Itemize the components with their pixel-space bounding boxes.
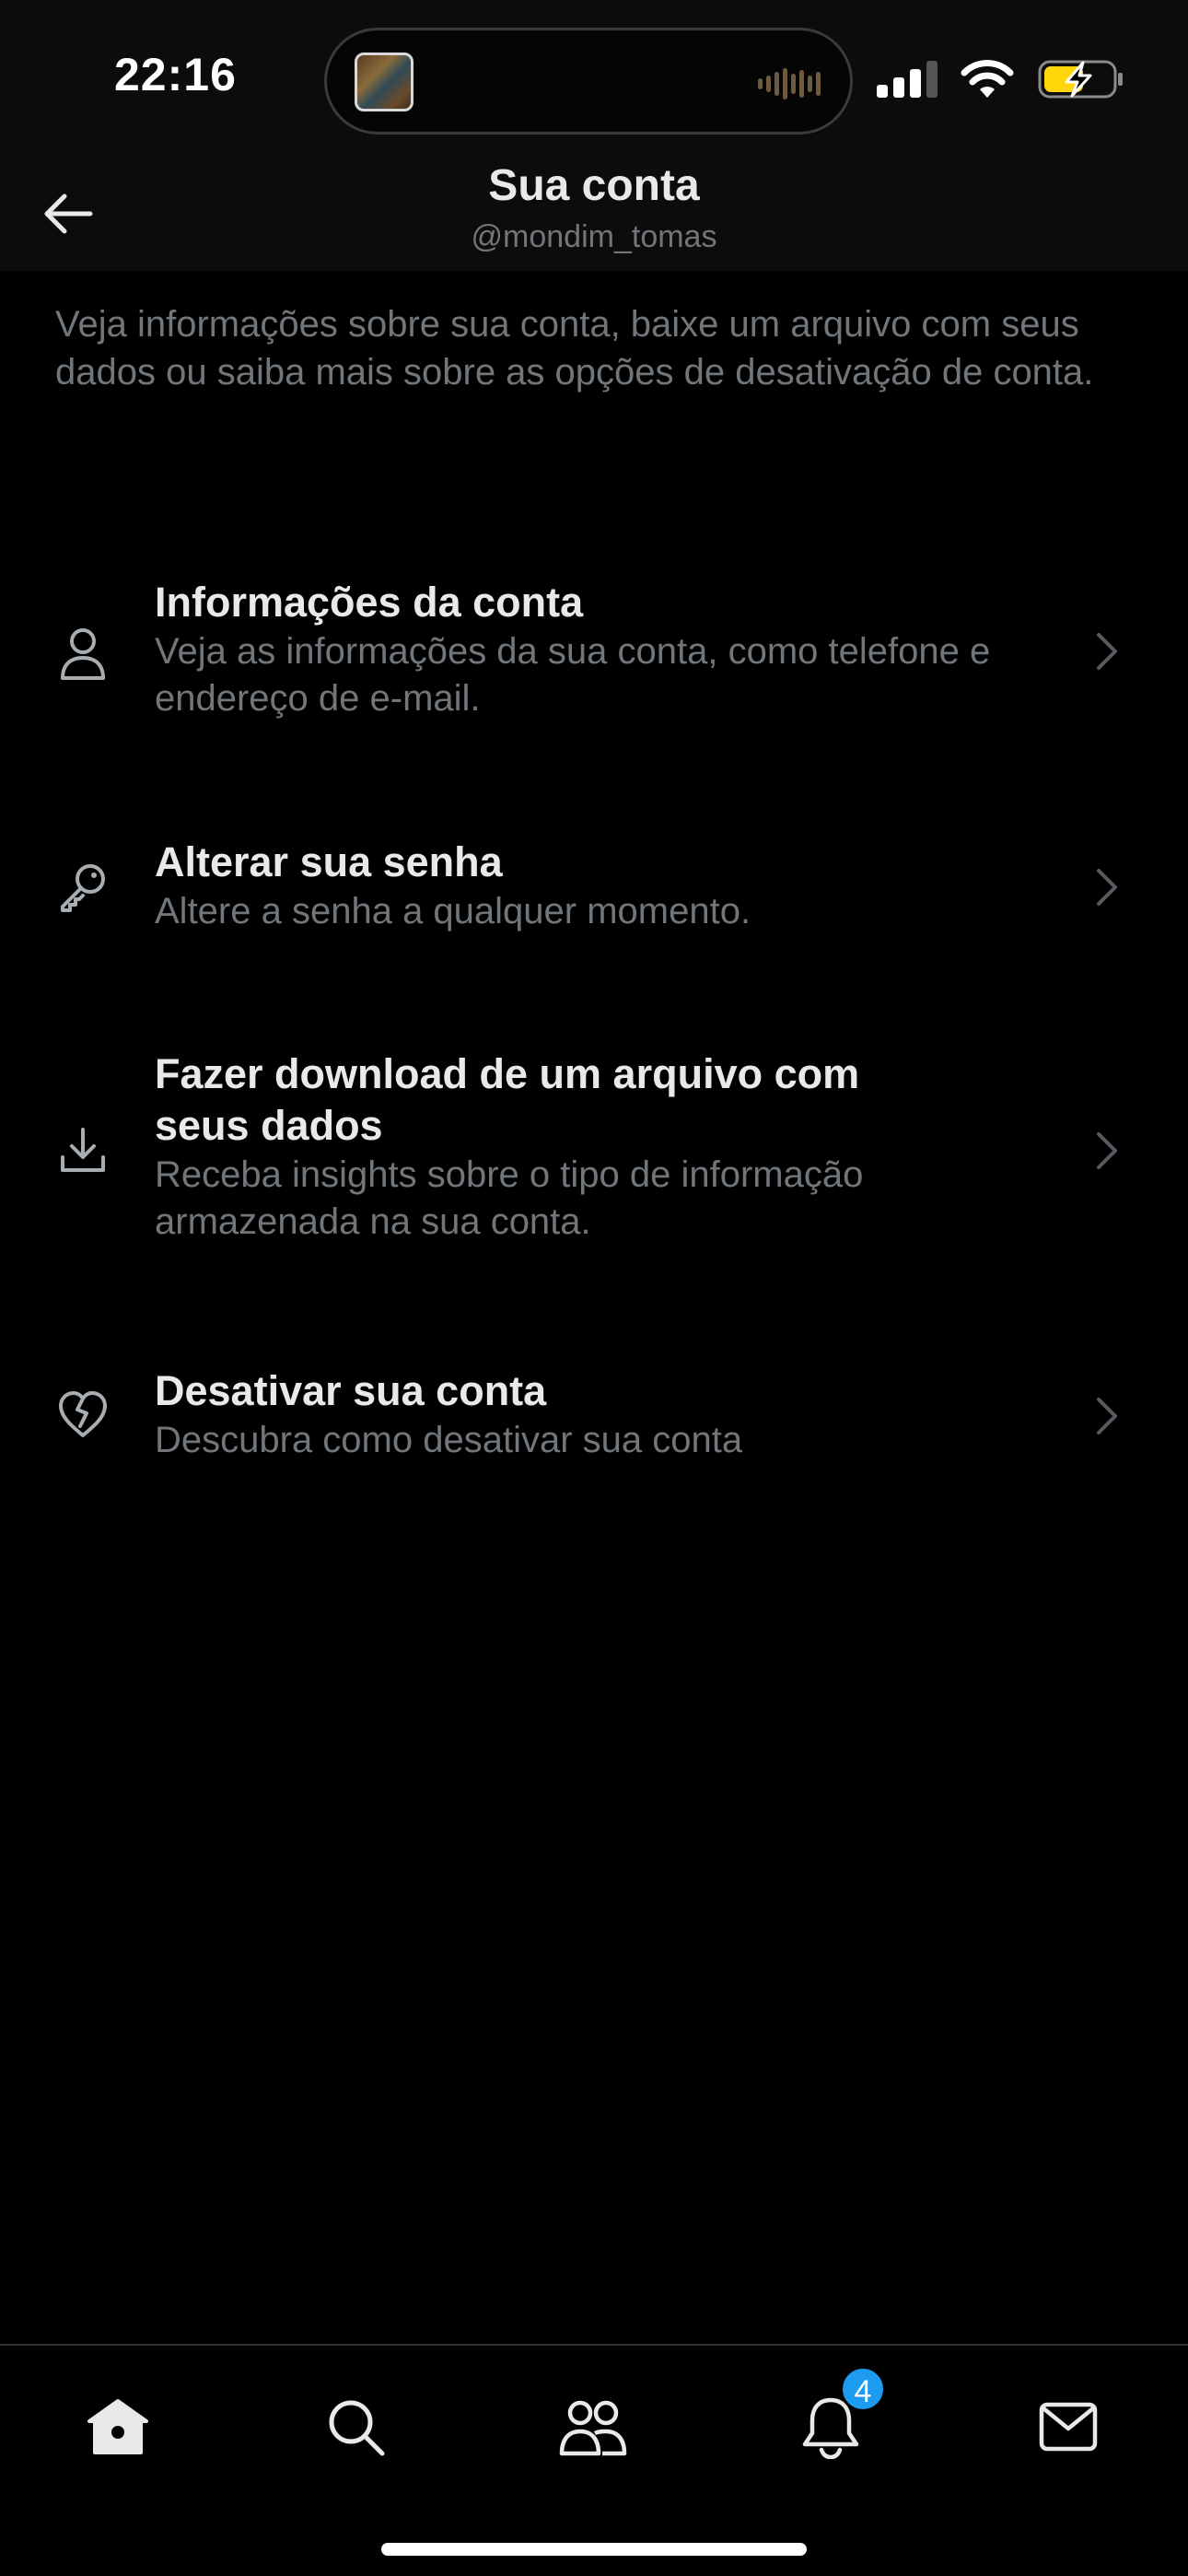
menu-item-change-password[interactable]: Alterar sua senha Altere a senha a qualq…: [0, 829, 1188, 949]
wifi-icon: [961, 60, 1014, 98]
bottom-tab-bar: 4: [0, 2344, 1188, 2576]
home-indicator[interactable]: [381, 2543, 807, 2556]
communities-icon: [559, 2400, 627, 2456]
broken-heart-icon: [53, 1384, 112, 1443]
tab-search[interactable]: [309, 2381, 402, 2473]
menu-item-description: Receba insights sobre o tipo de informaç…: [155, 1154, 864, 1242]
chevron-right-icon: [1090, 1393, 1124, 1439]
chevron-right-icon: [1090, 1128, 1124, 1174]
menu-item-description: Veja as informações da sua conta, como t…: [155, 631, 991, 719]
notifications-badge: 4: [840, 2366, 886, 2412]
person-icon: [53, 625, 112, 684]
status-bar: 22:16: [0, 0, 1188, 147]
menu-item-title: Informações da conta: [155, 579, 584, 626]
page-description: Veja informações sobre sua conta, baixe …: [55, 304, 1094, 392]
tab-communities[interactable]: [547, 2381, 639, 2473]
signal-icon: [877, 61, 938, 98]
menu-item-description: Altere a senha a qualquer momento.: [155, 891, 751, 931]
audio-waveform-icon: [758, 68, 821, 100]
menu-item-title: Desativar sua conta: [155, 1367, 547, 1414]
menu-item-title: Alterar sua senha: [155, 838, 503, 885]
menu-item-download-data[interactable]: Fazer download de um arquivo com seus da…: [0, 1048, 1188, 1260]
top-navigation-bar: Sua conta @mondim_tomas: [0, 147, 1188, 271]
chevron-right-icon: [1090, 864, 1124, 910]
menu-item-account-info[interactable]: Informações da conta Veja as informações…: [0, 571, 1188, 737]
battery-charging-icon: [1038, 60, 1123, 99]
chevron-right-icon: [1090, 628, 1124, 674]
tab-messages[interactable]: [1022, 2381, 1114, 2473]
menu-item-deactivate-account[interactable]: Desativar sua conta Descubra como desati…: [0, 1358, 1188, 1478]
live-activity-thumbnail: [355, 53, 413, 111]
dynamic-island[interactable]: [324, 28, 853, 135]
messages-icon: [1039, 2402, 1098, 2452]
menu-item-description: Descubra como desativar sua conta: [155, 1420, 743, 1460]
key-icon: [53, 857, 112, 916]
account-handle: @mondim_tomas: [471, 219, 717, 254]
search-icon: [329, 2400, 385, 2456]
tab-home[interactable]: [72, 2381, 164, 2473]
status-time: 22:16: [114, 49, 237, 100]
download-icon: [53, 1120, 112, 1179]
status-icons: [875, 55, 1188, 101]
home-icon: [87, 2399, 148, 2454]
menu-item-title: Fazer download de um arquivo com seus da…: [155, 1050, 860, 1149]
page-title: Sua conta: [488, 161, 700, 210]
